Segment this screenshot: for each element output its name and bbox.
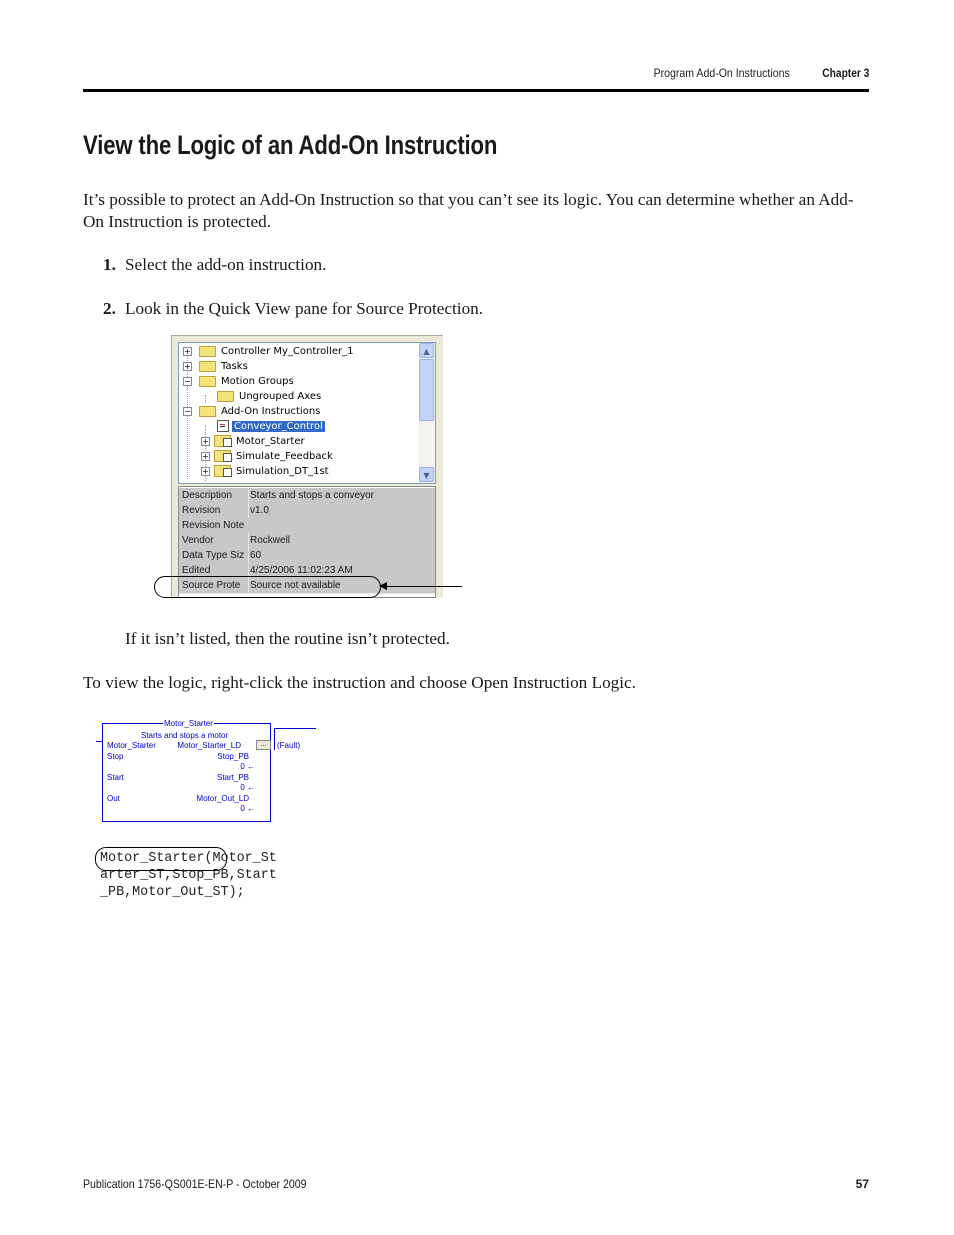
property-row: Revision v1.0: [179, 503, 435, 519]
param-label: Start: [107, 773, 124, 782]
browse-button[interactable]: ...: [256, 740, 271, 750]
tree-item-tasks[interactable]: + Tasks: [183, 359, 250, 374]
tree-item-simulation-dt-1st[interactable]: + Simulation_DT_1st: [201, 464, 331, 479]
add-on-instruction-icon: [217, 420, 229, 432]
tree-item-add-on-instructions[interactable]: − Add-On Instructions: [183, 404, 322, 419]
callout-arrow-line: [386, 586, 462, 587]
step-1: 1. Select the add-on instruction.: [103, 255, 326, 275]
add-on-instruction-folder-icon: [214, 465, 232, 477]
intro-paragraph: It’s possible to protect an Add-On Instr…: [83, 190, 854, 231]
structured-text-code: Motor_Starter(Motor_St arter_ST,Stop_PB,S…: [100, 850, 277, 901]
controller-organizer-tree: + Controller My_Controller_1 + Tasks − M…: [178, 342, 436, 484]
folder-icon: [199, 345, 216, 357]
step-text: Look in the Quick View pane for Source P…: [125, 299, 484, 318]
rung-line: [274, 728, 316, 729]
header-rule: [83, 89, 869, 92]
ladder-function-block: Motor_Starter Starts and stops a motor M…: [96, 719, 316, 825]
param-label: Out: [107, 794, 120, 803]
param-tag: Motor_Starter_LD: [177, 741, 241, 750]
expand-icon[interactable]: +: [201, 437, 210, 446]
tree-item-simulate-feedback[interactable]: + Simulate_Feedback: [201, 449, 335, 464]
callout-oval: [154, 576, 381, 598]
param-value: 0 ←: [240, 804, 255, 813]
code-line: Motor_Starter(Motor_St: [100, 851, 277, 866]
param-tag: Stop_PB: [217, 752, 249, 761]
expand-icon[interactable]: +: [201, 452, 210, 461]
open-folder-icon: [199, 375, 216, 387]
note-text: If it isn’t listed, then the routine isn…: [125, 629, 450, 648]
add-on-instruction-folder-icon: [214, 450, 232, 462]
collapse-icon[interactable]: −: [183, 407, 192, 416]
expand-icon[interactable]: +: [183, 362, 192, 371]
collapse-icon[interactable]: −: [183, 377, 192, 386]
arrow-left-icon: ←: [247, 762, 255, 771]
param-value: 0 ←: [240, 783, 255, 792]
code-line: arter_ST,Stop_PB,Start: [100, 868, 277, 883]
param-tag: Motor_Out_LD: [196, 794, 249, 803]
tree-item-motion-groups[interactable]: − Motion Groups: [183, 374, 296, 389]
scroll-down-button[interactable]: ▼: [419, 467, 434, 482]
property-row: Description Starts and stops a conveyor: [179, 488, 435, 504]
header-section-title: Program Add-On Instructions: [653, 66, 790, 80]
instruction-box: Motor_Starter Starts and stops a motor M…: [102, 719, 271, 822]
code-line: _PB,Motor_Out_ST);: [100, 885, 245, 900]
property-row: Vendor Rockwell: [179, 533, 435, 549]
property-row: Data Type Siz 60: [179, 548, 435, 564]
folder-icon: [217, 390, 234, 402]
publication-info: Publication 1756-QS001E-EN-P - October 2…: [83, 1177, 307, 1191]
tree-item-motor-starter[interactable]: + Motor_Starter: [201, 434, 307, 449]
page-title: View the Logic of an Add-On Instruction: [83, 130, 498, 160]
add-on-instruction-folder-icon: [214, 435, 232, 447]
property-row: Revision Note: [179, 518, 435, 534]
instruction-description: Starts and stops a motor: [141, 731, 229, 740]
scroll-up-button[interactable]: ▲: [419, 343, 434, 358]
page-number: 57: [855, 1177, 869, 1191]
expand-icon[interactable]: +: [201, 467, 210, 476]
logic-paragraph: To view the logic, right-click the instr…: [83, 673, 636, 692]
fault-coil: (Fault): [277, 741, 301, 750]
folder-icon: [199, 360, 216, 372]
step-text: Select the add-on instruction.: [125, 255, 327, 274]
page-header: Program Add-On Instructions Chapter 3: [83, 66, 869, 82]
tree-item-controller[interactable]: + Controller My_Controller_1: [183, 344, 355, 359]
step-number: 2.: [103, 299, 116, 318]
vertical-scrollbar[interactable]: ▲ ▼: [419, 343, 435, 483]
param-label: Motor_Starter: [107, 741, 156, 750]
quick-view-screenshot: + Controller My_Controller_1 + Tasks − M…: [171, 335, 443, 598]
rung-line: [274, 728, 275, 750]
arrow-left-icon: ←: [247, 804, 255, 813]
step-2: 2. Look in the Quick View pane for Source…: [103, 299, 483, 319]
instruction-name: Motor_Starter: [163, 719, 214, 728]
expand-icon[interactable]: +: [183, 347, 192, 356]
step-number: 1.: [103, 255, 116, 274]
arrow-left-icon: ←: [247, 783, 255, 792]
header-chapter: Chapter 3: [821, 66, 869, 80]
param-tag: Start_PB: [216, 773, 249, 782]
tree-item-ungrouped-axes[interactable]: Ungrouped Axes: [201, 389, 323, 404]
tree-item-conveyor-control[interactable]: Conveyor_Control: [201, 419, 326, 434]
open-folder-icon: [199, 405, 216, 417]
param-label: Stop: [107, 752, 124, 761]
scroll-thumb[interactable]: [419, 359, 434, 421]
param-value: 0 ←: [240, 762, 255, 771]
